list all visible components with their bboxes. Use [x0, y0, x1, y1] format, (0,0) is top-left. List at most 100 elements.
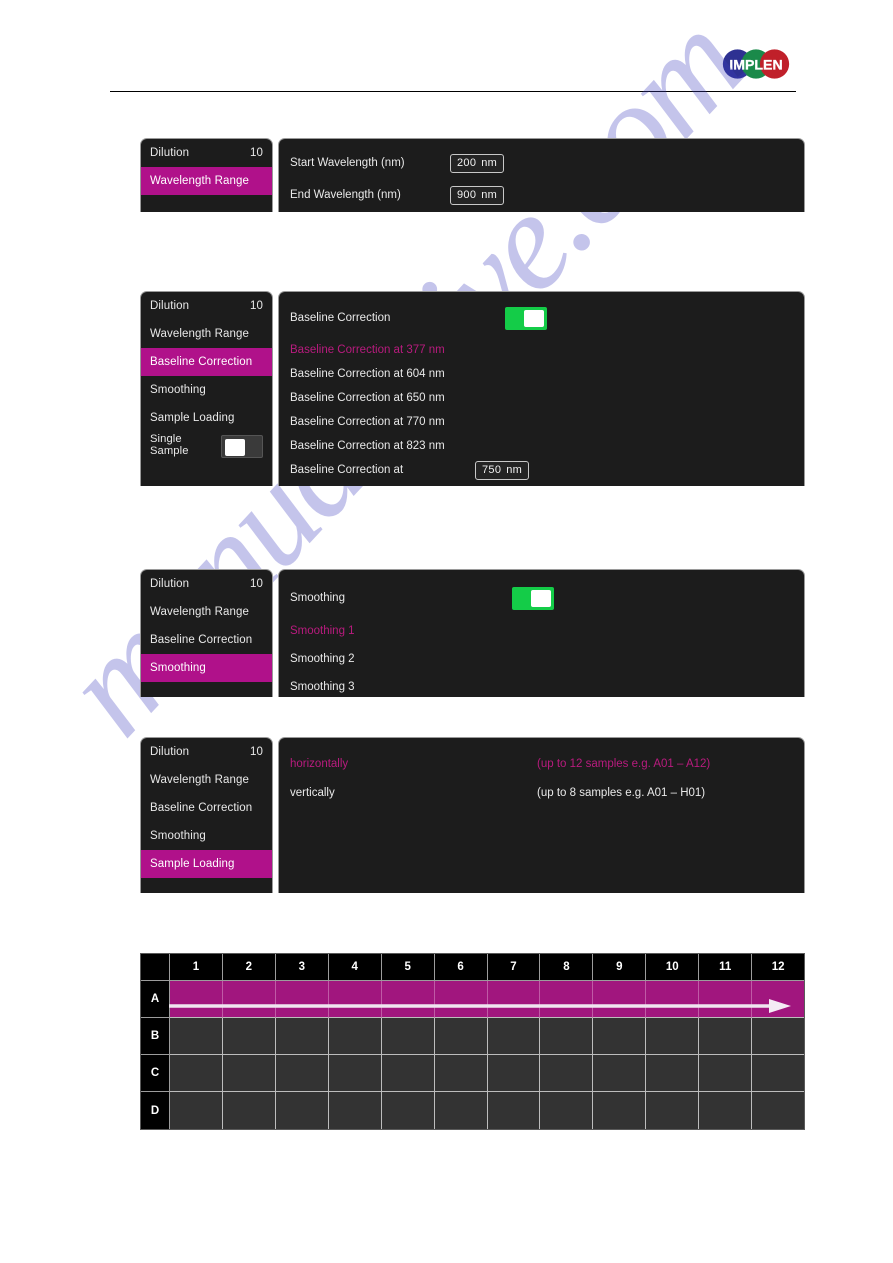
smoothing-toggle[interactable] [512, 586, 554, 610]
plate-row-header[interactable]: A [141, 981, 170, 1018]
plate-well[interactable] [275, 981, 329, 1018]
plate-well[interactable] [593, 1092, 647, 1129]
sidebar-item-wavelength-range[interactable]: Wavelength Range [141, 320, 272, 348]
plate-well[interactable] [275, 1092, 329, 1129]
plate-row-header[interactable]: C [141, 1055, 170, 1092]
plate-well[interactable] [381, 981, 435, 1018]
plate-well[interactable] [540, 1055, 594, 1092]
plate-well[interactable] [434, 1018, 488, 1055]
sidebar-item-single-sample[interactable]: Single Sample [141, 432, 272, 460]
sidebar-item-smoothing[interactable]: Smoothing [141, 654, 272, 682]
plate-well[interactable] [222, 1018, 276, 1055]
plate-row-a[interactable]: A [141, 981, 805, 1018]
plate-col-header[interactable]: 7 [487, 954, 541, 981]
plate-col-header[interactable]: 9 [593, 954, 647, 981]
microplate-grid[interactable]: 1 2 3 4 5 6 7 8 9 10 11 12 A B C D [140, 953, 805, 1130]
plate-well[interactable] [170, 1092, 223, 1129]
plate-well[interactable] [328, 1055, 382, 1092]
option-baseline-823[interactable]: Baseline Correction at 823 nm [279, 434, 804, 458]
plate-well[interactable] [487, 1018, 541, 1055]
sidebar-item-baseline-correction[interactable]: Baseline Correction [141, 626, 272, 654]
plate-well[interactable] [328, 981, 382, 1018]
single-sample-toggle[interactable] [221, 434, 263, 458]
plate-well[interactable] [699, 1018, 753, 1055]
option-load-vertically[interactable]: vertically (up to 8 samples e.g. A01 – H… [279, 781, 804, 805]
sidebar-item-smoothing[interactable]: Smoothing [141, 376, 272, 404]
plate-well[interactable] [646, 1055, 700, 1092]
option-baseline-770[interactable]: Baseline Correction at 770 nm [279, 410, 804, 434]
plate-well[interactable] [487, 1092, 541, 1129]
option-smoothing-2[interactable]: Smoothing 2 [279, 647, 804, 671]
start-wavelength-input[interactable]: 200 nm [450, 153, 505, 173]
sidebar-item-dilution[interactable]: Dilution 10 [141, 570, 272, 598]
plate-col-header[interactable]: 11 [699, 954, 753, 981]
plate-col-header[interactable]: 1 [170, 954, 223, 981]
plate-col-header[interactable]: 3 [275, 954, 329, 981]
sidebar-item-wavelength-range[interactable]: Wavelength Range [141, 167, 272, 195]
plate-well[interactable] [170, 981, 223, 1018]
plate-well[interactable] [170, 1018, 223, 1055]
sidebar-item-dilution[interactable]: Dilution 10 [141, 139, 272, 167]
plate-well[interactable] [646, 1018, 700, 1055]
plate-well[interactable] [487, 1055, 541, 1092]
option-baseline-604[interactable]: Baseline Correction at 604 nm [279, 362, 804, 386]
plate-well[interactable] [170, 1055, 223, 1092]
plate-col-header[interactable]: 8 [540, 954, 594, 981]
plate-well[interactable] [593, 1018, 647, 1055]
plate-well[interactable] [222, 981, 276, 1018]
option-load-horizontally[interactable]: horizontally (up to 12 samples e.g. A01 … [279, 752, 804, 776]
plate-well[interactable] [699, 981, 753, 1018]
plate-row-d[interactable]: D [141, 1092, 805, 1129]
plate-well[interactable] [646, 1092, 700, 1129]
sidebar-item-baseline-correction[interactable]: Baseline Correction [141, 794, 272, 822]
sidebar-item-wavelength-range[interactable]: Wavelength Range [141, 598, 272, 626]
plate-row-b[interactable]: B [141, 1018, 805, 1055]
plate-well[interactable] [222, 1055, 276, 1092]
plate-well[interactable] [328, 1018, 382, 1055]
end-wavelength-input[interactable]: 900 nm [450, 185, 505, 205]
sidebar-item-dilution[interactable]: Dilution 10 [141, 292, 272, 320]
plate-well[interactable] [540, 981, 594, 1018]
plate-row-header[interactable]: B [141, 1018, 170, 1055]
sidebar-item-dilution[interactable]: Dilution 10 [141, 738, 272, 766]
plate-well[interactable] [752, 1018, 805, 1055]
plate-well[interactable] [646, 981, 700, 1018]
plate-row-c[interactable]: C [141, 1055, 805, 1092]
plate-well[interactable] [222, 1092, 276, 1129]
baseline-custom-input[interactable]: 750 nm [475, 460, 530, 480]
plate-well[interactable] [699, 1092, 753, 1129]
plate-col-header[interactable]: 2 [222, 954, 276, 981]
plate-well[interactable] [699, 1055, 753, 1092]
sidebar-item-sample-loading[interactable]: Sample Loading [141, 404, 272, 432]
plate-well[interactable] [752, 1092, 805, 1129]
plate-well[interactable] [275, 1055, 329, 1092]
plate-well[interactable] [434, 1092, 488, 1129]
plate-well[interactable] [593, 1055, 647, 1092]
plate-well[interactable] [434, 1055, 488, 1092]
plate-well[interactable] [540, 1092, 594, 1129]
plate-col-header[interactable]: 12 [752, 954, 805, 981]
plate-row-header[interactable]: D [141, 1092, 170, 1129]
option-smoothing-3[interactable]: Smoothing 3 [279, 675, 804, 697]
plate-col-header[interactable]: 5 [381, 954, 435, 981]
option-smoothing-1[interactable]: Smoothing 1 [279, 619, 804, 643]
plate-well[interactable] [381, 1018, 435, 1055]
sidebar-item-smoothing[interactable]: Smoothing [141, 822, 272, 850]
plate-well[interactable] [328, 1092, 382, 1129]
plate-col-header[interactable]: 6 [434, 954, 488, 981]
plate-well[interactable] [275, 1018, 329, 1055]
option-baseline-650[interactable]: Baseline Correction at 650 nm [279, 386, 804, 410]
option-baseline-377[interactable]: Baseline Correction at 377 nm [279, 338, 804, 362]
sidebar-item-wavelength-range[interactable]: Wavelength Range [141, 766, 272, 794]
plate-well[interactable] [381, 1055, 435, 1092]
plate-well[interactable] [434, 981, 488, 1018]
plate-well[interactable] [540, 1018, 594, 1055]
plate-well[interactable] [752, 1055, 805, 1092]
option-baseline-custom[interactable]: Baseline Correction at 750 nm [279, 458, 804, 482]
baseline-correction-toggle[interactable] [505, 306, 547, 330]
plate-well[interactable] [593, 981, 647, 1018]
sidebar-item-baseline-correction[interactable]: Baseline Correction [141, 348, 272, 376]
plate-well[interactable] [381, 1092, 435, 1129]
sidebar-item-sample-loading[interactable]: Sample Loading [141, 850, 272, 878]
plate-col-header[interactable]: 4 [328, 954, 382, 981]
